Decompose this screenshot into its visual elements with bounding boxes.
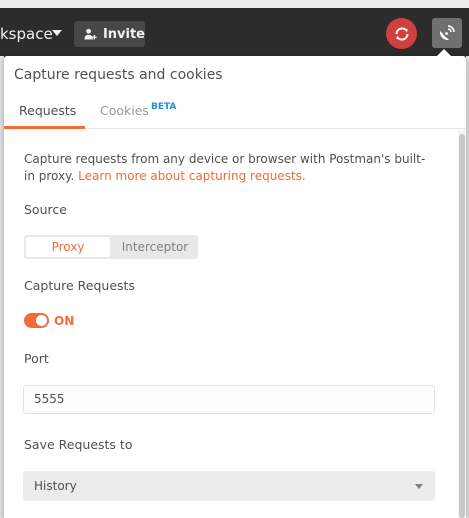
tab-cookies-label: Cookies [100, 103, 149, 118]
capture-requests-toggle[interactable] [24, 313, 49, 328]
learn-more-link[interactable]: Learn more about capturing requests. [78, 169, 306, 183]
source-option-interceptor[interactable]: Interceptor [114, 237, 196, 257]
toggle-knob [36, 315, 47, 326]
window-top-strip [0, 0, 469, 8]
add-user-icon [84, 28, 97, 40]
capture-popover: Capture requests and cookies Requests Co… [4, 56, 466, 518]
capture-description: Capture requests from any device or brow… [24, 151, 429, 185]
capture-state-text: ON [54, 314, 75, 328]
scrollbar-thumb[interactable] [459, 134, 465, 518]
popover-tabs: Requests Cookies BETA [4, 96, 466, 129]
app-header: kspace Invite [0, 8, 469, 56]
satellite-icon [439, 25, 455, 41]
tab-cookies[interactable]: Cookies BETA [100, 102, 177, 118]
sync-icon [394, 27, 409, 40]
port-input[interactable]: 5555 [23, 385, 435, 414]
source-option-proxy[interactable]: Proxy [26, 237, 110, 257]
save-requests-select[interactable]: History [23, 471, 435, 501]
capture-requests-label: Capture Requests [24, 278, 135, 293]
save-requests-value: History [34, 479, 77, 493]
capture-requests-button[interactable] [432, 18, 462, 48]
source-toggle: Proxy Interceptor [24, 235, 198, 259]
beta-badge: BETA [150, 102, 177, 112]
tab-requests[interactable]: Requests [19, 103, 76, 118]
invite-label: Invite [102, 26, 145, 42]
requests-panel: Capture requests from any device or brow… [4, 130, 457, 518]
source-label: Source [24, 202, 67, 217]
chevron-down-icon[interactable] [52, 30, 62, 36]
popover-arrow [437, 49, 451, 56]
port-label: Port [24, 351, 49, 366]
save-requests-label: Save Requests to [24, 437, 133, 452]
invite-button[interactable]: Invite [74, 21, 145, 47]
active-tab-indicator [4, 126, 85, 129]
workspace-name[interactable]: kspace [0, 25, 53, 43]
chevron-down-icon [415, 484, 423, 489]
sync-button[interactable] [386, 18, 417, 49]
popover-title: Capture requests and cookies [14, 67, 223, 83]
